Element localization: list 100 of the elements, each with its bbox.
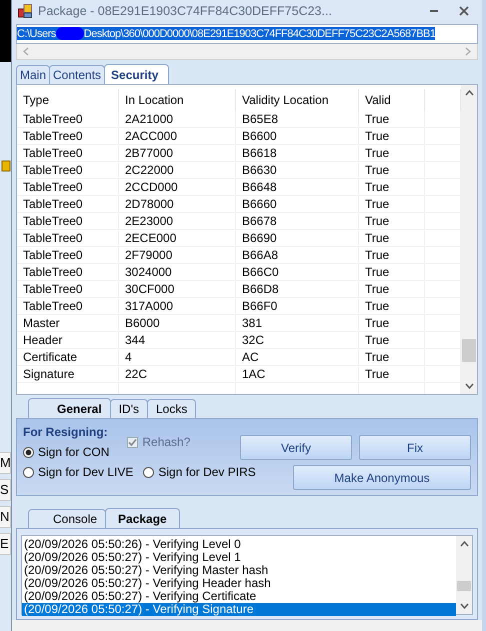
table-cell: 2E23000 [119,212,236,229]
table-cell: B6648 [236,178,359,195]
path-field[interactable]: C:\Users Desktop\360\000D0000\08E291E1903C74FF84C30DEFF75C23C2A5687BB1 [16,24,478,44]
side-button[interactable]: E [0,533,11,555]
table-cell: Certificate [17,348,119,365]
table-cell: True [359,110,425,127]
table-cell: 381 [236,314,359,331]
table-cell: B6000 [119,314,236,331]
scrollbar[interactable] [461,84,477,394]
table-cell: 22C [119,366,236,382]
verify-button[interactable]: Verify [240,435,352,460]
radio-label: Sign for CON [38,445,110,460]
table-cell: True [359,128,425,144]
table-cell: B6630 [236,162,359,178]
table-cell: TableTree0 [17,128,119,144]
table-cell: 344 [119,332,236,348]
table-cell: True [359,332,425,348]
table-cell: 1AC [236,366,359,382]
table-cell: B65E8 [236,110,359,127]
table-cell: True [359,246,425,263]
table-cell: True [359,230,425,246]
make-anonymous-button[interactable]: Make Anonymous [293,465,471,490]
table-cell: 2D78000 [119,196,236,212]
table-cell: TableTree0 [17,212,119,229]
radio-button[interactable] [23,446,34,458]
section-heading: For Resigning: [23,425,109,440]
table-cell: Header [17,332,119,348]
radio-button[interactable] [23,466,34,478]
table-cell: B66C0 [236,264,359,280]
table-cell: True [359,162,425,178]
table-cell: 2ACC000 [119,128,236,144]
table-cell: True [359,212,425,229]
table-cell: True [359,196,425,212]
table-cell: True [359,366,425,382]
fix-button[interactable]: Fix [359,435,471,460]
table-cell: B6678 [236,212,359,229]
log-entry[interactable]: (20/09/2026 05:50:27) - Verifying Header hash [22,577,456,590]
table-cell: TableTree0 [17,144,119,161]
table-cell: True [359,280,425,297]
table-cell: TableTree0 [17,110,119,127]
table-cell: True [359,264,425,280]
scrollbar[interactable] [16,44,478,60]
path-text: C:\Users Desktop\360\000D0000\08E291E1903C74FF84C30DEFF75C23C2A5687BB1 [17,27,436,40]
table-cell: TableTree0 [17,178,119,195]
checkbox-label: Rehash? [142,435,190,450]
redaction-mark [56,27,84,40]
table-cell: 4 [119,348,236,365]
tab[interactable]: Main [16,64,50,84]
table-cell: B6660 [236,196,359,212]
table-cell: Signature [17,366,119,382]
table-cell: True [359,348,425,365]
scrollbar[interactable] [456,536,472,614]
scrollbar[interactable] [12,620,482,631]
table-cell: TableTree0 [17,246,119,263]
column-header[interactable]: Validity Location [236,88,359,111]
table-cell: TableTree0 [17,196,119,212]
table-cell: 30CF000 [119,280,236,297]
scroll-thumb[interactable] [457,580,471,591]
table-cell: TableTree0 [17,298,119,314]
log-entry[interactable]: (20/09/2026 05:50:27) - Verifying Certificate [22,590,456,604]
side-button[interactable]: S [0,479,11,501]
table-cell: TableTree0 [17,230,119,246]
table-cell: True [359,314,425,331]
app-icon [18,4,32,18]
table-cell: B6690 [236,230,359,246]
tab[interactable]: Locks [147,399,196,418]
radio-button[interactable] [143,466,154,478]
side-button[interactable]: N [0,506,11,528]
table-cell: TableTree0 [17,280,119,297]
window-title: Package - 08E291E1903C74FF84C30DEFF75C23... [38,4,333,18]
table-cell: 317A000 [119,298,236,314]
table-cell: True [359,178,425,195]
table-cell: B66A8 [236,246,359,263]
table-cell: 2F79000 [119,246,236,263]
log-entry[interactable]: (20/09/2026 05:50:26) - Verifying Level 0 [22,538,456,552]
column-header[interactable]: Type [17,88,119,111]
table-cell: 2CCD000 [119,178,236,195]
column-header[interactable]: Valid [359,88,425,111]
tab[interactable]: Console [28,509,106,528]
tab[interactable]: Security [104,64,170,84]
radio-label: Sign for Dev PIRS [158,465,256,480]
check-icon [128,438,138,447]
close-icon [459,6,469,16]
column-header[interactable]: In Location [119,88,236,111]
tab[interactable]: Package [105,508,180,528]
log-entry[interactable]: (20/09/2026 05:50:27) - Verifying Signature [22,603,456,616]
table-cell: 2B77000 [119,144,236,161]
table-cell: True [359,298,425,314]
radio-label: Sign for Dev LIVE [38,465,134,480]
log-entry[interactable]: (20/09/2026 05:50:27) - Verifying Level 1 [22,551,456,564]
table-cell: 2A21000 [119,110,236,127]
package-icon [1,160,11,172]
side-button[interactable]: M [0,452,11,474]
scroll-thumb[interactable] [462,339,476,362]
table-cell: 32C [236,332,359,348]
tab[interactable]: General [28,398,111,418]
table-cell: B6600 [236,128,359,144]
table-cell: True [359,144,425,161]
table-cell: B66F0 [236,298,359,314]
log-entry[interactable]: (20/09/2026 05:50:27) - Verifying Master hash [22,564,456,578]
